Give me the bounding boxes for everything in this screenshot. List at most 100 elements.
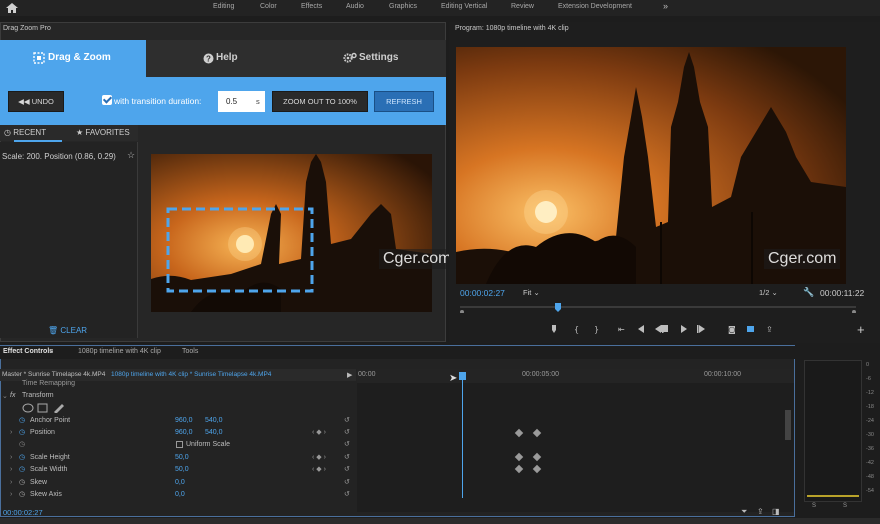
zoom-out-button[interactable]: ZOOM OUT TO 100% (272, 91, 368, 112)
stopwatch-icon[interactable]: ◷ (19, 416, 25, 424)
playhead-line[interactable] (462, 376, 463, 498)
program-watermark-text: Cger.com (764, 249, 841, 269)
help-icon: ? (203, 53, 214, 64)
export-icon[interactable]: ⇪ (757, 507, 764, 516)
reset-icon[interactable]: ↺ (344, 478, 350, 486)
mark-out-icon: } (594, 325, 599, 334)
workspace-tab-color[interactable]: Color (260, 3, 277, 10)
reset-icon[interactable]: ↺ (344, 428, 350, 436)
workspace-tab-editing-vertical[interactable]: Editing Vertical (441, 3, 487, 10)
stopwatch-icon[interactable]: ◷ (19, 478, 25, 486)
zoom-select[interactable]: Fit ⌄ (523, 288, 540, 297)
property-value[interactable]: 50,0 (175, 454, 189, 461)
tab-tools[interactable]: Tools (182, 348, 198, 355)
stop-icon (661, 325, 668, 332)
expand-icon[interactable]: › (10, 429, 12, 436)
property-row-uniform-scale[interactable]: ◷ Uniform Scale ↺ (0, 439, 356, 452)
clear-button[interactable]: 🗑 CLEAR (48, 326, 87, 335)
meter-tick: -36 (866, 446, 874, 452)
workspace-tab-effects[interactable]: Effects (301, 3, 322, 10)
keyframe-nav-icon[interactable]: ‹ ◆ › (312, 428, 326, 436)
filter-icon[interactable]: ⏷ (741, 507, 747, 517)
history-item[interactable]: Scale: 200. Position (0.86, 0.29) (2, 152, 116, 161)
expand-icon[interactable]: › (10, 466, 12, 473)
reset-icon[interactable]: ↺ (344, 453, 350, 461)
property-value[interactable]: 0,0 (175, 479, 185, 486)
duration-unit: s (256, 97, 260, 106)
workspace-tab-editing[interactable]: Editing (213, 3, 234, 10)
program-scrubber[interactable] (460, 301, 856, 313)
workspace-tab-audio[interactable]: Audio (346, 3, 364, 10)
tab-recent-label: RECENT (13, 128, 47, 137)
workspace-tab-extension-development[interactable]: Extension Development (558, 3, 632, 10)
stopwatch-icon[interactable]: ◷ (19, 465, 25, 473)
tab-recent[interactable]: ◷ RECENT (4, 128, 68, 140)
solo-button[interactable]: S (812, 503, 816, 509)
property-value-y[interactable]: 540,0 (205, 417, 223, 424)
toggle-icon[interactable]: ◨ (772, 507, 780, 516)
property-name: Uniform Scale (186, 441, 230, 448)
refresh-button[interactable]: REFRESH (374, 91, 434, 112)
property-value[interactable]: 50,0 (175, 466, 189, 473)
tab-help-label: Help (216, 52, 238, 63)
tab-menu-icon[interactable]: ≡ (49, 348, 53, 355)
transport-controls[interactable]: { } ⇤ ◙ ⇪ (548, 323, 788, 335)
transition-label: with transition duration: (114, 96, 202, 106)
transition-checkbox[interactable] (102, 95, 112, 105)
transform-row[interactable]: ⌄ fx Transform (0, 390, 356, 403)
property-row-position[interactable]: › ◷ Position 960,0 540,0 ‹ ◆ › ↺ (0, 427, 356, 440)
property-row-scale-width[interactable]: › ◷ Scale Width 50,0 ‹ ◆ › ↺ (0, 464, 356, 477)
meter-level (807, 495, 859, 497)
playhead-handle[interactable] (459, 372, 466, 380)
reset-icon[interactable]: ↺ (344, 465, 350, 473)
camera-icon: ◙ (728, 325, 736, 334)
tab-drag-zoom[interactable]: Drag & Zoom (0, 40, 146, 77)
source-thumbnail[interactable] (151, 154, 432, 312)
keyframe-timeline[interactable] (357, 369, 794, 512)
effect-controls-timecode[interactable]: 00:00:02:27 (3, 508, 43, 517)
expand-icon[interactable]: › (10, 491, 12, 498)
stopwatch-icon[interactable]: ◷ (19, 453, 25, 461)
undo-button[interactable]: ◀◀ UNDO (8, 91, 64, 112)
property-value-x[interactable]: 960,0 (175, 417, 193, 424)
workspace-tab-graphics[interactable]: Graphics (389, 3, 417, 10)
property-row-skew-axis[interactable]: › ◷ Skew Axis 0,0 ↺ (0, 489, 356, 502)
uniform-scale-checkbox[interactable] (176, 441, 183, 448)
tab-effect-controls[interactable]: Effect Controls (3, 348, 53, 355)
property-value-y[interactable]: 540,0 (205, 429, 223, 436)
more-workspaces-icon[interactable]: » (663, 1, 668, 11)
favorite-star-icon[interactable]: ☆ (127, 150, 135, 161)
tab-settings[interactable]: Settings (296, 40, 446, 77)
property-row-scale-height[interactable]: › ◷ Scale Height 50,0 ‹ ◆ › ↺ (0, 452, 356, 465)
mask-tools[interactable] (22, 403, 74, 413)
home-icon[interactable] (5, 1, 19, 15)
vertical-scrollbar[interactable] (785, 410, 791, 440)
reset-icon[interactable]: ↺ (344, 440, 350, 448)
stopwatch-icon: ◷ (19, 441, 26, 448)
current-timecode[interactable]: 00:00:02:27 (460, 288, 505, 298)
add-button-icon[interactable]: + (857, 322, 865, 337)
stopwatch-icon[interactable]: ◷ (19, 490, 25, 498)
sequence-clip-label[interactable]: 1080p timeline with 4K clip * Sunrise Ti… (111, 371, 271, 378)
keyframe-nav-icon[interactable]: ‹ ◆ › (312, 453, 326, 461)
reset-icon[interactable]: ↺ (344, 490, 350, 498)
property-row-skew[interactable]: › ◷ Skew 0,0 ↺ (0, 477, 356, 490)
keyframe-nav-icon[interactable]: ‹ ◆ › (312, 465, 326, 473)
workspace-tab-review[interactable]: Review (511, 3, 534, 10)
tab-settings-label: Settings (359, 52, 399, 63)
property-value[interactable]: 0,0 (175, 491, 185, 498)
stopwatch-icon[interactable]: ◷ (19, 428, 25, 436)
tab-favorites[interactable]: ★ FAVORITES (76, 128, 140, 140)
reset-icon[interactable]: ↺ (344, 416, 350, 424)
expand-icon[interactable]: › (10, 479, 12, 486)
resolution-select[interactable]: 1/2 ⌄ (759, 288, 778, 297)
expand-icon[interactable]: › (10, 454, 12, 461)
effect-properties: Time Remapping ⌄ fx Transform ◷ Anchor P… (0, 378, 356, 511)
solo-button[interactable]: S (843, 503, 847, 509)
property-row-anchor-point[interactable]: ◷ Anchor Point 960,0 540,0 ↺ (0, 415, 356, 428)
tab-timeline[interactable]: 1080p timeline with 4K clip (78, 348, 161, 355)
tab-help[interactable]: ? Help (146, 40, 296, 77)
wrench-icon[interactable]: 🔧 (803, 287, 814, 298)
property-value-x[interactable]: 960,0 (175, 429, 193, 436)
time-remapping-row[interactable]: Time Remapping (0, 378, 356, 391)
